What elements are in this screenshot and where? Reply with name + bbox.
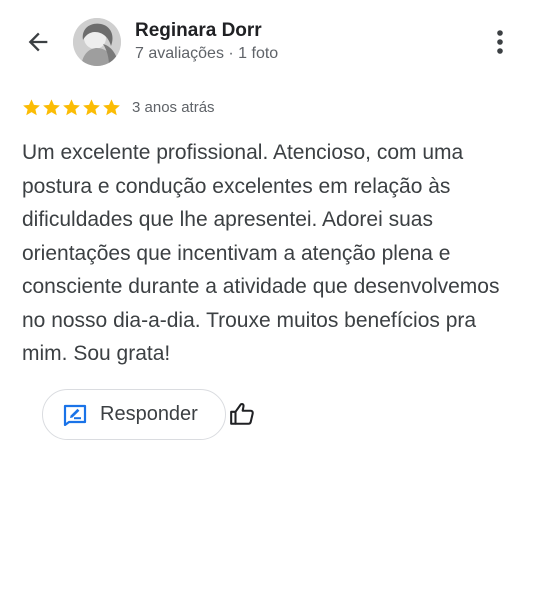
- more-vert-icon: [497, 30, 503, 54]
- star-icon: [63, 98, 80, 115]
- star-icon: [83, 98, 100, 115]
- star-icon: [103, 98, 120, 115]
- avatar[interactable]: [73, 18, 121, 66]
- back-button[interactable]: [22, 26, 54, 58]
- reviewer-name[interactable]: Reginara Dorr: [135, 20, 278, 42]
- reviewer-info: Reginara Dorr 7 avaliações · 1 foto: [135, 20, 278, 64]
- rating-row: 3 anos atrás: [22, 96, 215, 118]
- star-icon: [43, 98, 60, 115]
- reply-edit-icon: [63, 403, 87, 427]
- review-time: 3 anos atrás: [132, 98, 215, 116]
- star-rating: [22, 98, 121, 117]
- review-header: Reginara Dorr 7 avaliações · 1 foto: [0, 0, 540, 86]
- more-options-button[interactable]: [486, 26, 514, 58]
- reviewer-meta: 7 avaliações · 1 foto: [135, 45, 279, 62]
- star-icon: [23, 98, 40, 115]
- arrow-back-icon: [28, 32, 48, 52]
- reply-button[interactable]: Responder: [42, 389, 226, 440]
- reply-label: Responder: [100, 403, 198, 425]
- thumbs-up-icon: [230, 402, 254, 425]
- like-button[interactable]: [228, 399, 256, 429]
- review-text: Um excelente profissional. Atencioso, co…: [22, 141, 500, 365]
